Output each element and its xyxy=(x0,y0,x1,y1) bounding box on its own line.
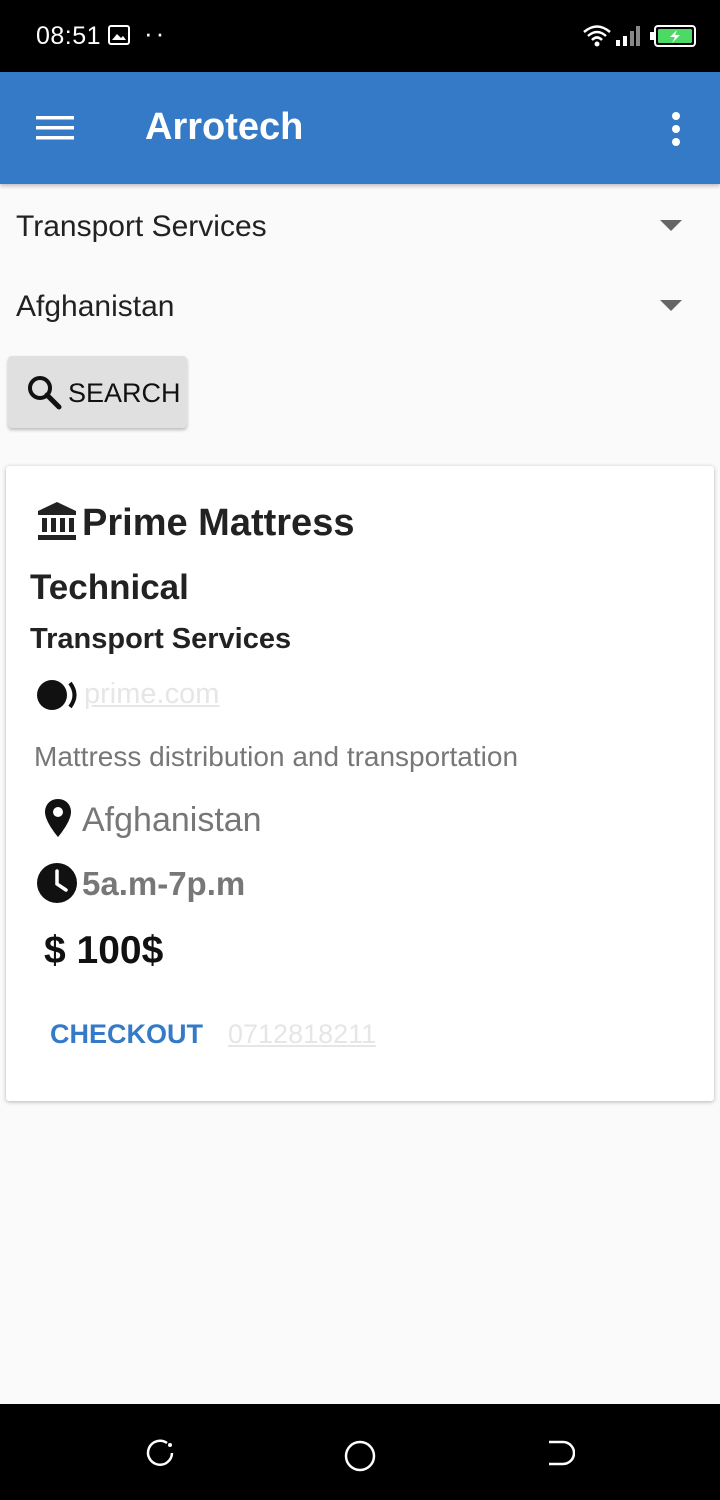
status-time: 08:51 xyxy=(36,22,102,50)
listing-phone-link[interactable]: 0712818211 xyxy=(228,1019,376,1050)
status-bar: 08:51 ·· xyxy=(0,0,720,72)
country-spinner[interactable]: Afghanistan xyxy=(0,270,720,340)
listing-title: Prime Mattress xyxy=(82,502,355,544)
search-button[interactable]: SEARCH xyxy=(8,356,187,428)
clock-icon xyxy=(37,863,77,903)
website-icon xyxy=(37,680,77,710)
overflow-menu-icon[interactable] xyxy=(664,110,688,148)
listing-description: Mattress distribution and transportation xyxy=(34,741,519,772)
image-notification-icon xyxy=(108,25,130,45)
location-pin-icon xyxy=(45,799,71,837)
service-spinner[interactable]: Transport Services xyxy=(0,190,720,260)
menu-icon[interactable] xyxy=(36,114,76,142)
country-spinner-value: Afghanistan xyxy=(16,290,175,323)
search-icon xyxy=(28,376,62,410)
wifi-icon xyxy=(583,25,611,47)
checkout-button[interactable]: CHECKOUT xyxy=(50,1019,203,1050)
app-title: Arrotech xyxy=(145,106,304,148)
bank-icon xyxy=(38,502,76,540)
home-icon[interactable] xyxy=(343,1439,377,1473)
dropdown-arrow-icon xyxy=(660,220,682,231)
listing-hours: 5a.m-7p.m xyxy=(82,865,246,902)
listing-website-link[interactable]: prime.com xyxy=(84,678,219,711)
back-icon[interactable] xyxy=(545,1438,575,1468)
more-notifications-icon: ·· xyxy=(144,18,168,48)
recents-icon[interactable] xyxy=(145,1438,175,1468)
listing-service: Transport Services xyxy=(30,623,292,655)
service-spinner-value: Transport Services xyxy=(16,210,267,243)
system-nav-bar xyxy=(0,1404,720,1500)
listing-category: Technical xyxy=(30,568,189,607)
listing-location: Afghanistan xyxy=(82,801,262,839)
listing-card: Prime Mattress Technical Transport Servi… xyxy=(6,466,714,1101)
signal-icon xyxy=(616,26,640,46)
listing-price: $ 100$ xyxy=(44,929,164,972)
dropdown-arrow-icon xyxy=(660,300,682,311)
search-button-label: SEARCH xyxy=(68,378,181,408)
battery-charging-icon xyxy=(650,25,696,47)
app-bar: Arrotech xyxy=(0,72,720,184)
